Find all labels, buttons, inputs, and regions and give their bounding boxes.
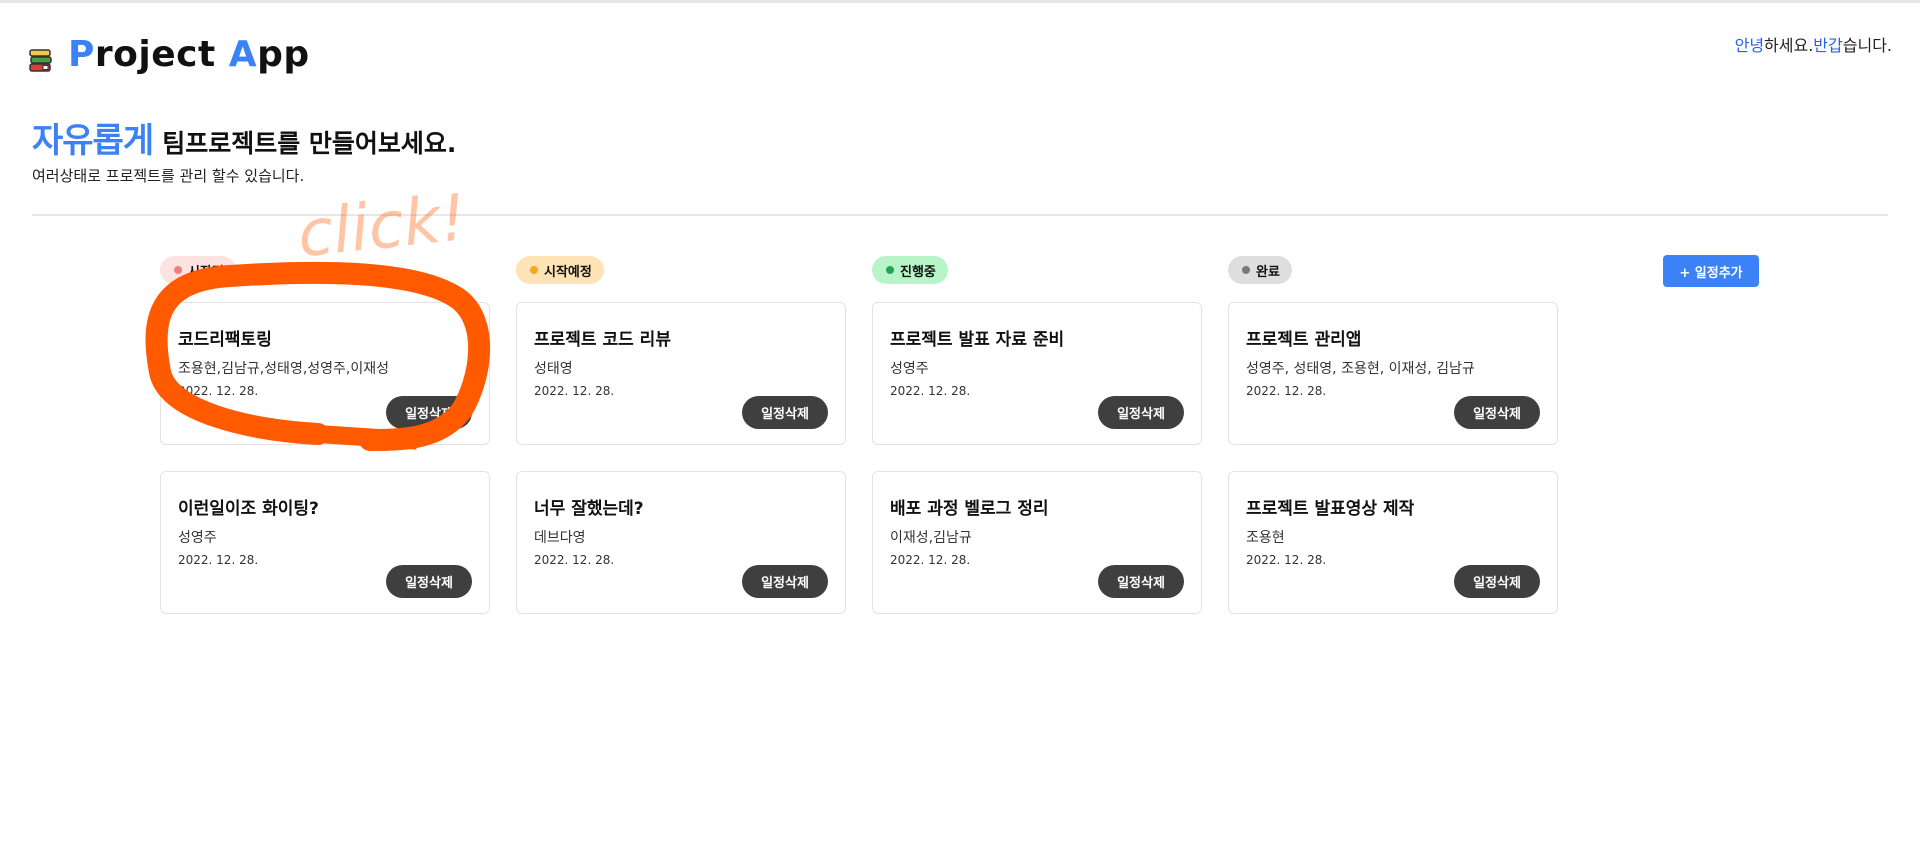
- status-pill-done[interactable]: 완료: [1228, 256, 1292, 284]
- greeting-highlight-1: 안녕: [1734, 36, 1765, 55]
- delete-schedule-button[interactable]: 일정삭제: [1098, 396, 1184, 429]
- app-title-part1: roject: [94, 34, 229, 75]
- project-card[interactable]: 이런일이조 화이팅? 성영주 2022. 12. 28. 일정삭제: [160, 471, 490, 614]
- project-card[interactable]: 프로젝트 관리앱 성영주, 성태영, 조용현, 이재성, 김남규 2022. 1…: [1228, 302, 1558, 445]
- card-title: 프로젝트 발표영상 제작: [1246, 499, 1415, 519]
- card-members: 조용현: [1246, 530, 1285, 546]
- delete-schedule-button[interactable]: 일정삭제: [386, 565, 472, 598]
- card-date: 2022. 12. 28.: [178, 553, 259, 567]
- hero-subtitle: 여러상태로 프로젝트를 관리 할수 있습니다.: [32, 167, 305, 185]
- app-title-accent-a: A: [228, 34, 258, 75]
- hero-title-rest: 팀프로젝트를 만들어보세요.: [162, 129, 457, 158]
- project-card[interactable]: 프로젝트 발표 자료 준비 성영주 2022. 12. 28. 일정삭제: [872, 302, 1202, 445]
- project-card[interactable]: 너무 잘했는데? 데브다영 2022. 12. 28. 일정삭제: [516, 471, 846, 614]
- card-title: 프로젝트 발표 자료 준비: [890, 330, 1065, 350]
- delete-schedule-button[interactable]: 일정삭제: [1454, 565, 1540, 598]
- delete-schedule-button[interactable]: 일정삭제: [742, 565, 828, 598]
- card-date: 2022. 12. 28.: [534, 553, 615, 567]
- status-label: 시작예정: [544, 264, 592, 280]
- project-card[interactable]: 프로젝트 발표영상 제작 조용현 2022. 12. 28. 일정삭제: [1228, 471, 1558, 614]
- status-dot: [530, 266, 538, 274]
- status-label: 시작전: [188, 264, 224, 280]
- app-logo[interactable]: Project App: [28, 34, 310, 75]
- delete-schedule-button[interactable]: 일정삭제: [386, 396, 472, 429]
- books-icon: [29, 48, 52, 72]
- app-title-part2: pp: [257, 34, 310, 75]
- card-members: 데브다영: [534, 530, 586, 546]
- card-title: 배포 과정 벨로그 정리: [890, 499, 1049, 519]
- card-title: 프로젝트 관리앱: [1246, 330, 1362, 350]
- card-date: 2022. 12. 28.: [890, 384, 971, 398]
- card-date: 2022. 12. 28.: [890, 553, 971, 567]
- greeting-highlight-2: 반갑: [1813, 36, 1843, 55]
- greeting-part-1: 하세요.: [1764, 36, 1814, 55]
- card-title: 프로젝트 코드 리뷰: [534, 330, 671, 350]
- status-pill-not-started[interactable]: 시작전: [160, 256, 236, 284]
- card-title: 코드리팩토링: [178, 330, 272, 350]
- status-dot: [886, 266, 894, 274]
- card-date: 2022. 12. 28.: [1246, 553, 1327, 567]
- top-rule: [0, 0, 1920, 3]
- card-title: 너무 잘했는데?: [534, 499, 644, 519]
- greeting-text: 안녕하세요.반갑습니다.: [1735, 32, 1892, 56]
- project-card[interactable]: 코드리팩토링 조용현,김남규,성태영,성영주,이재성 2022. 12. 28.…: [160, 302, 490, 445]
- card-date: 2022. 12. 28.: [534, 384, 615, 398]
- hero-title: 자유롭게 팀프로젝트를 만들어보세요.: [32, 113, 456, 162]
- card-members: 성영주, 성태영, 조용현, 이재성, 김남규: [1246, 361, 1475, 377]
- card-members: 성영주: [890, 361, 929, 377]
- delete-schedule-button[interactable]: 일정삭제: [742, 396, 828, 429]
- card-members: 이재성,김남규: [890, 530, 972, 546]
- status-label: 진행중: [900, 264, 936, 280]
- status-dot: [174, 266, 182, 274]
- card-members: 조용현,김남규,성태영,성영주,이재성: [178, 361, 389, 377]
- app-title-accent-p: P: [68, 34, 95, 75]
- app-title: Project App: [68, 34, 310, 75]
- status-pill-in-progress[interactable]: 진행중: [872, 256, 948, 284]
- project-card[interactable]: 프로젝트 코드 리뷰 성태영 2022. 12. 28. 일정삭제: [516, 302, 846, 445]
- add-schedule-button[interactable]: + 일정추가: [1663, 255, 1759, 287]
- card-title: 이런일이조 화이팅?: [178, 499, 319, 519]
- hero-title-accent: 자유롭게: [32, 121, 154, 161]
- section-divider: [32, 214, 1888, 216]
- delete-schedule-button[interactable]: 일정삭제: [1098, 565, 1184, 598]
- delete-schedule-button[interactable]: 일정삭제: [1454, 396, 1540, 429]
- annotation-text: click!: [294, 181, 469, 272]
- status-pill-scheduled[interactable]: 시작예정: [516, 256, 604, 284]
- status-label: 완료: [1256, 264, 1280, 280]
- card-members: 성태영: [534, 361, 573, 377]
- greeting-part-2: 습니다.: [1842, 36, 1892, 55]
- project-card[interactable]: 배포 과정 벨로그 정리 이재성,김남규 2022. 12. 28. 일정삭제: [872, 471, 1202, 614]
- card-date: 2022. 12. 28.: [178, 384, 259, 398]
- card-members: 성영주: [178, 530, 217, 546]
- status-dot: [1242, 266, 1250, 274]
- card-date: 2022. 12. 28.: [1246, 384, 1327, 398]
- page: Project App 안녕하세요.반갑습니다. 자유롭게 팀프로젝트를 만들어…: [0, 0, 1920, 862]
